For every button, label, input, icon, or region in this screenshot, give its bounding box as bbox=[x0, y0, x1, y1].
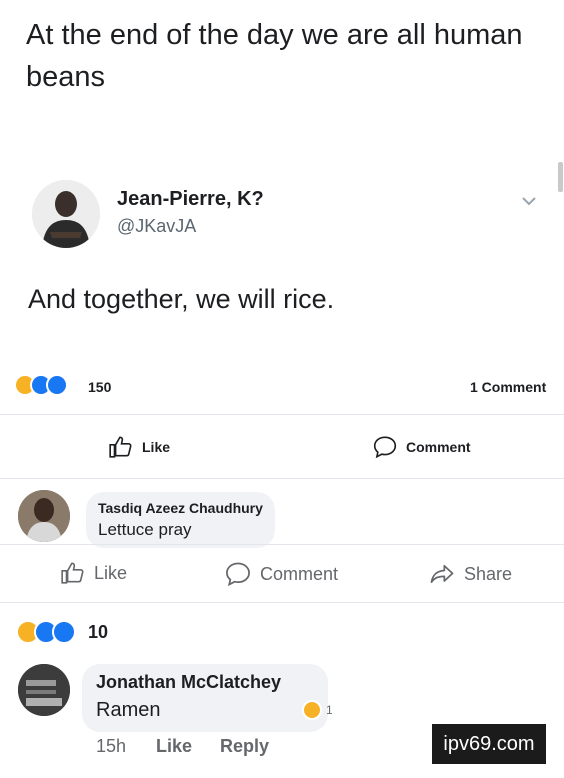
share-button[interactable]: Share bbox=[428, 560, 512, 588]
reaction-icons[interactable] bbox=[16, 620, 76, 644]
comment-label: Comment bbox=[406, 439, 471, 455]
divider bbox=[0, 544, 564, 545]
profile-photo-icon bbox=[18, 664, 70, 716]
tweet-author-handle[interactable]: @JKavJA bbox=[117, 216, 196, 237]
commenter-name[interactable]: Tasdiq Azeez Chaudhury bbox=[98, 500, 263, 516]
speech-bubble-icon bbox=[226, 562, 250, 587]
comment-bubble: Tasdiq Azeez Chaudhury Lettuce pray bbox=[86, 492, 275, 548]
reaction-count[interactable]: 150 bbox=[88, 379, 111, 395]
comment-reply-link[interactable]: Reply bbox=[220, 736, 269, 757]
like-label: Like bbox=[94, 562, 128, 583]
love-icon bbox=[46, 374, 68, 396]
comment-reaction[interactable]: 1 bbox=[302, 700, 333, 720]
watermark: ipv69.com bbox=[432, 724, 546, 764]
thumbs-up-icon bbox=[109, 436, 132, 458]
commenter-avatar[interactable] bbox=[18, 490, 70, 542]
tweet-author-name[interactable]: Jean-Pierre, K? bbox=[117, 188, 264, 211]
commenter-avatar[interactable] bbox=[18, 664, 70, 716]
speech-bubble-icon bbox=[373, 436, 397, 459]
commenter-name[interactable]: Jonathan McClatchey bbox=[96, 672, 314, 693]
share-label: Share bbox=[464, 563, 513, 584]
divider bbox=[0, 602, 564, 603]
scrollbar-thumb[interactable] bbox=[558, 162, 563, 192]
tweet-body: And together, we will rice. bbox=[28, 284, 335, 314]
reaction-count[interactable]: 10 bbox=[88, 622, 108, 643]
like-label: Like bbox=[142, 439, 171, 455]
comment-like-link[interactable]: Like bbox=[156, 736, 192, 757]
chevron-down-icon[interactable] bbox=[520, 194, 538, 208]
comment-count-link[interactable]: 1 Comment bbox=[470, 379, 546, 395]
comment-text: Lettuce pray bbox=[98, 520, 192, 539]
comment-button[interactable]: Comment bbox=[372, 434, 471, 460]
share-arrow-icon bbox=[430, 564, 454, 584]
like-button[interactable]: Like bbox=[108, 434, 170, 460]
like-button[interactable]: Like bbox=[60, 560, 127, 586]
comment-reaction-count: 1 bbox=[326, 703, 333, 717]
thumbs-up-icon bbox=[61, 562, 84, 584]
post-text: At the end of the day we are all human b… bbox=[26, 19, 523, 93]
love-icon bbox=[52, 620, 76, 644]
haha-icon bbox=[302, 700, 322, 720]
person-photo-icon bbox=[18, 490, 70, 542]
tweet-avatar[interactable] bbox=[32, 180, 100, 248]
divider bbox=[0, 478, 564, 479]
comment-bubble: Jonathan McClatchey Ramen bbox=[82, 664, 328, 732]
comment-button[interactable]: Comment bbox=[224, 560, 338, 588]
comment-text: Ramen bbox=[96, 699, 161, 721]
comment-timestamp[interactable]: 15h bbox=[96, 736, 126, 757]
divider bbox=[0, 414, 564, 415]
person-silhouette-icon bbox=[32, 180, 100, 248]
reaction-icons[interactable] bbox=[14, 374, 68, 396]
comment-label: Comment bbox=[260, 563, 339, 584]
